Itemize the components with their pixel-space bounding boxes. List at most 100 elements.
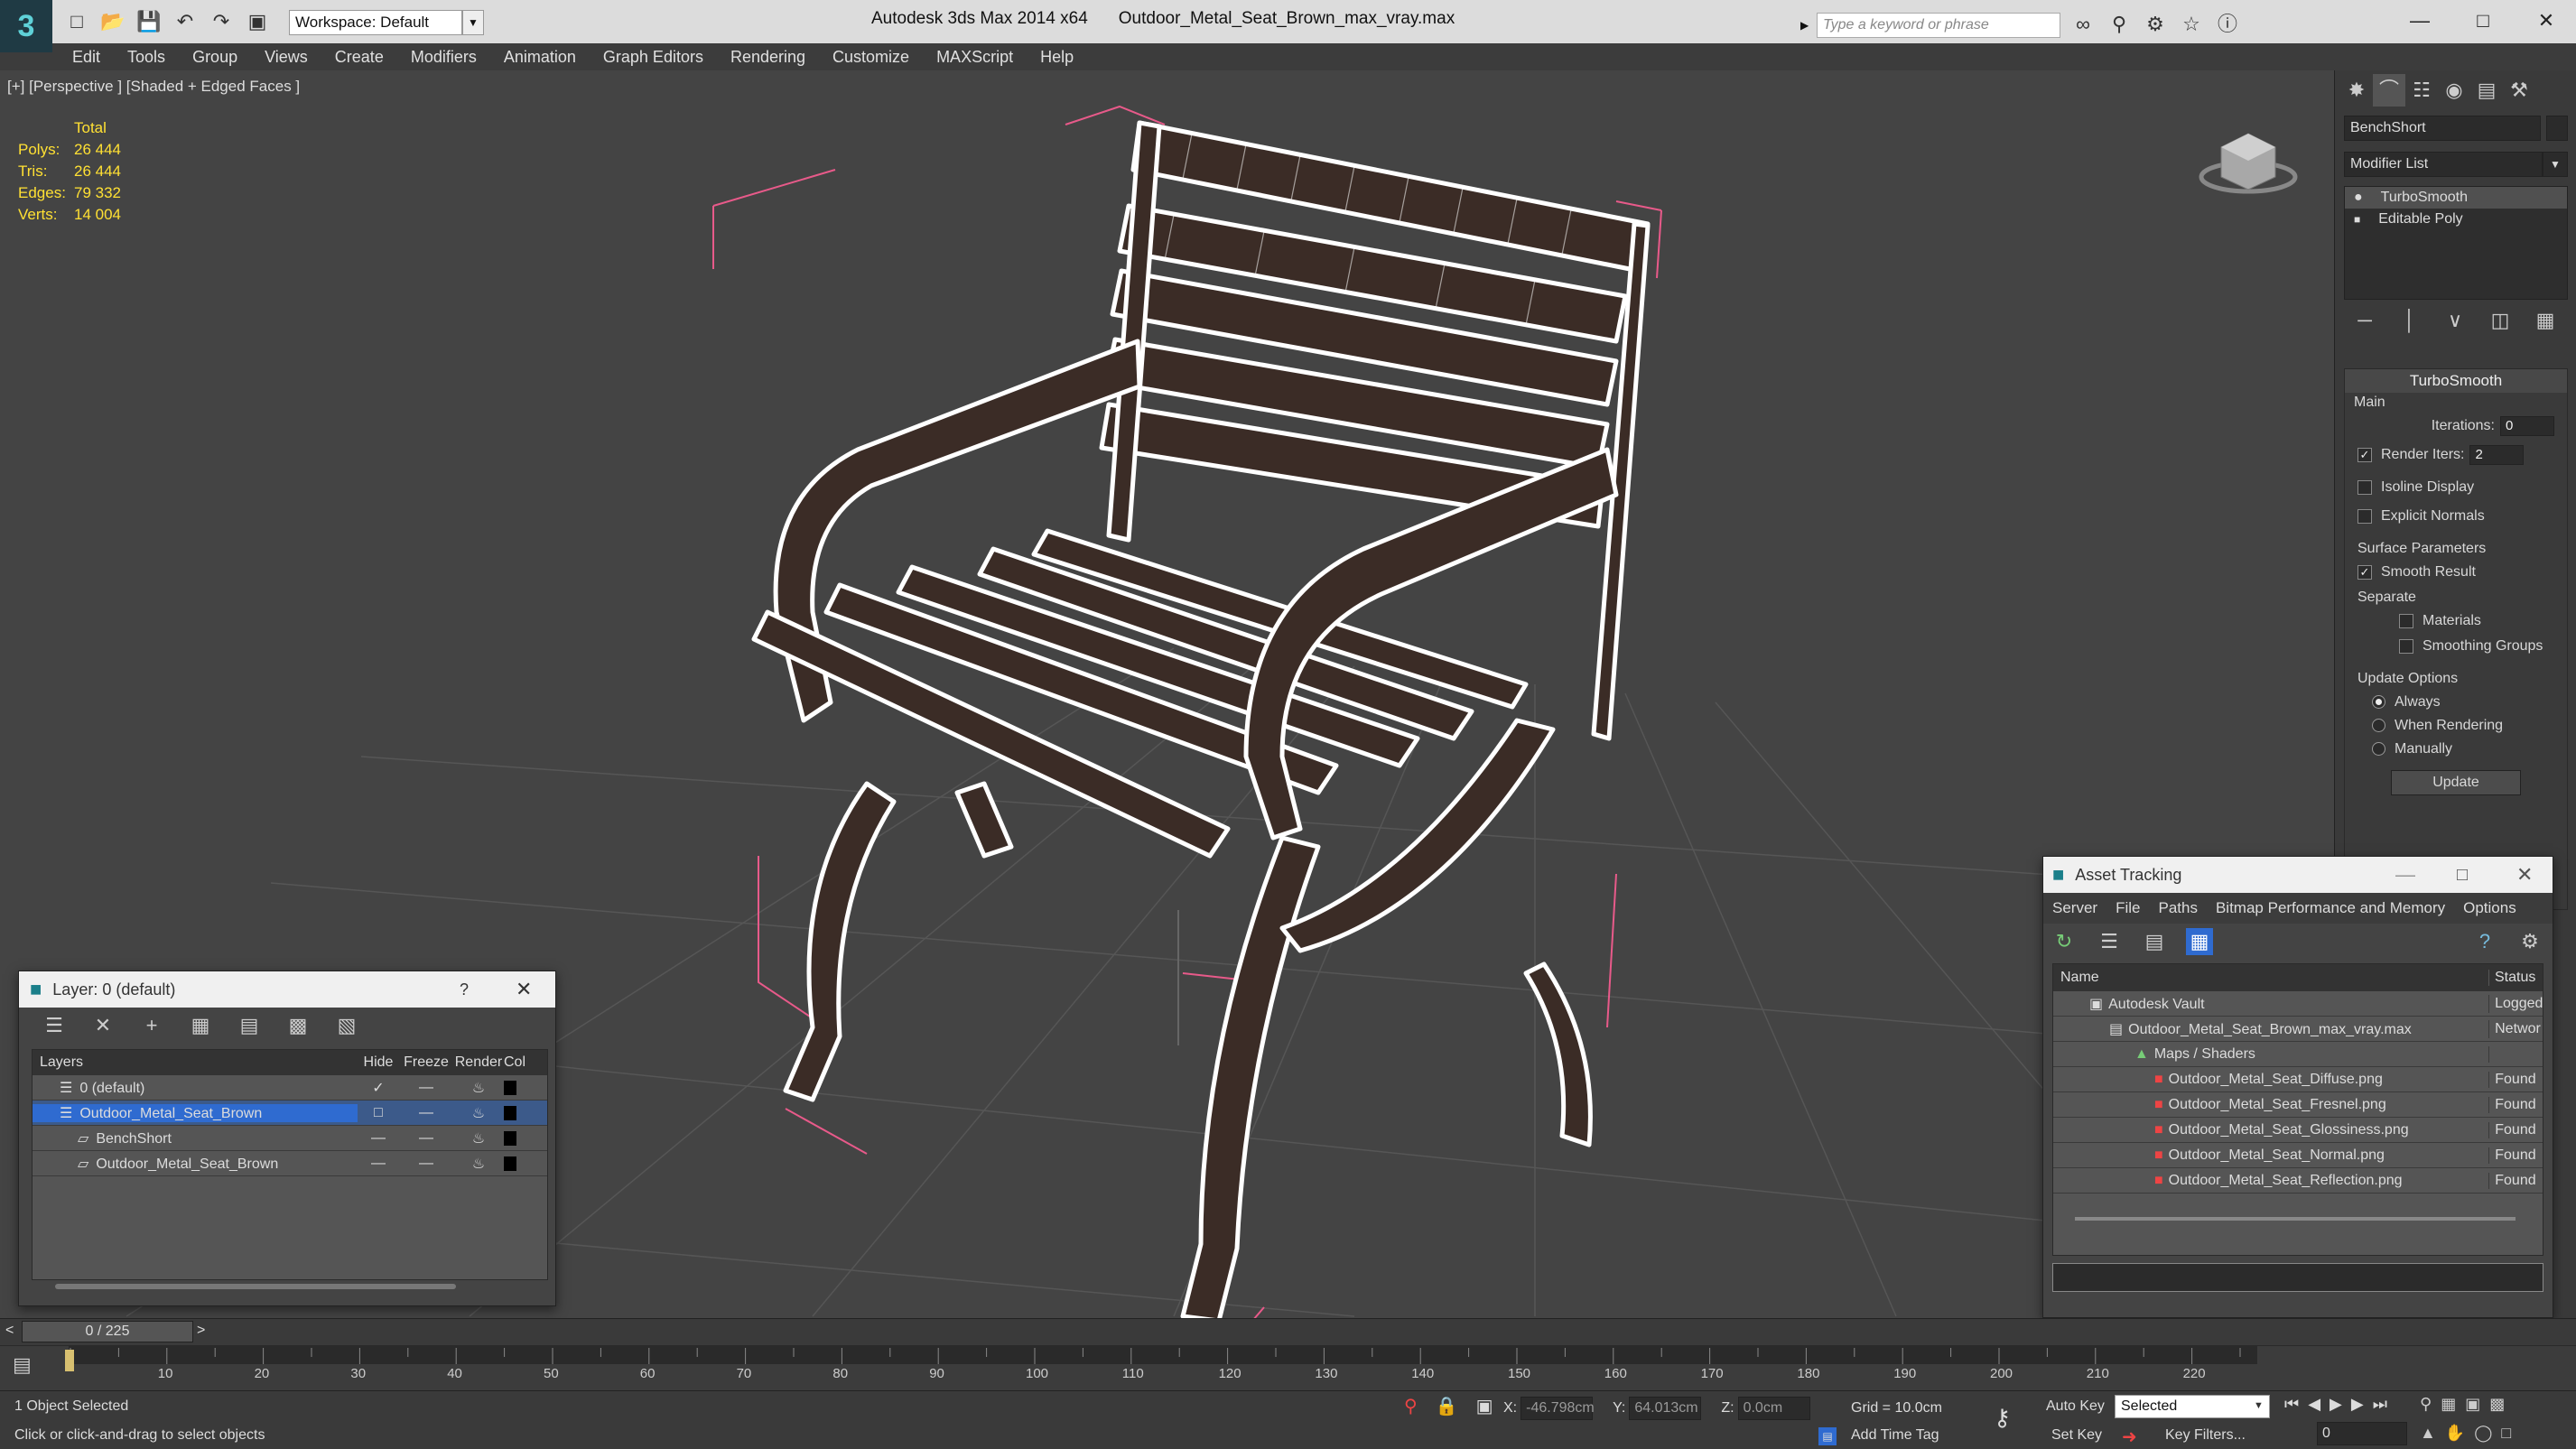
modify-tab-icon[interactable]: ⌒ [2373, 74, 2405, 107]
explicit-normals-checkbox[interactable] [2357, 508, 2372, 524]
field-of-view-icon[interactable]: ▲ [2420, 1424, 2436, 1443]
isoline-checkbox[interactable] [2357, 479, 2372, 495]
workspace-dropdown[interactable]: Workspace: Default [289, 10, 462, 35]
asset-path-field[interactable] [2052, 1263, 2543, 1292]
table-row[interactable]: ☰ 0 (default) ✓ — ♨ [33, 1075, 547, 1101]
table-row[interactable]: ■ Outdoor_Metal_Seat_Normal.png Found [2053, 1143, 2543, 1168]
minimize-icon[interactable]: — [2400, 5, 2440, 36]
communication-icon[interactable]: ⚙ [2142, 11, 2169, 38]
chevron-down-icon[interactable]: ▼ [462, 10, 484, 35]
teapot-icon[interactable]: ♨ [453, 1079, 504, 1097]
close-icon[interactable]: ✕ [2516, 863, 2533, 887]
layer-window-titlebar[interactable]: ■ Layer: 0 (default) ? ✕ [19, 971, 555, 1008]
key-mode-icon[interactable]: ➜ [2122, 1426, 2137, 1448]
when-rendering-radio[interactable] [2372, 719, 2385, 733]
previous-frame-icon[interactable]: ◀ [2308, 1395, 2320, 1414]
time-slider-thumb[interactable]: 0 / 225 [22, 1321, 193, 1342]
current-frame-field[interactable]: 0 [2317, 1422, 2407, 1445]
list-view-icon[interactable]: ☰ [2096, 928, 2123, 955]
table-view-icon[interactable]: ▦ [2186, 928, 2213, 955]
time-tag-icon[interactable]: ▤ [1818, 1427, 1837, 1445]
display-tab-icon[interactable]: ▤ [2470, 74, 2503, 107]
menu-graph-editors[interactable]: Graph Editors [590, 43, 717, 70]
y-coordinate-field[interactable]: 64.013cm [1629, 1397, 1702, 1420]
table-row[interactable]: ▲ Maps / Shaders [2053, 1042, 2543, 1067]
menu-edit[interactable]: Edit [59, 43, 114, 70]
col-hide[interactable]: Hide [358, 1054, 399, 1071]
next-frame-icon[interactable]: > [197, 1323, 205, 1339]
detail-view-icon[interactable]: ▤ [2141, 928, 2168, 955]
menu-views[interactable]: Views [251, 43, 321, 70]
table-row[interactable]: ■ Outdoor_Metal_Seat_Diffuse.png Found [2053, 1067, 2543, 1092]
table-row[interactable]: ■ Outdoor_Metal_Seat_Reflection.png Found [2053, 1168, 2543, 1194]
search-expand-icon[interactable]: ▶ [1800, 13, 1815, 38]
menu-tools[interactable]: Tools [114, 43, 179, 70]
selection-set-dropdown[interactable]: Selected [2115, 1395, 2270, 1418]
search-input[interactable]: Type a keyword or phrase [1817, 13, 2060, 38]
smooth-result-checkbox[interactable]: ✓ [2357, 564, 2372, 580]
prev-frame-icon[interactable]: < [5, 1323, 14, 1339]
highlight-selected-icon[interactable]: ▤ [236, 1012, 263, 1039]
rollout-title[interactable]: TurboSmooth [2345, 369, 2567, 393]
table-row[interactable]: ☰ Outdoor_Metal_Seat_Brown □ — ♨ [33, 1101, 547, 1126]
minimize-icon[interactable]: — [2395, 863, 2415, 887]
table-row[interactable]: ▤ Outdoor_Metal_Seat_Brown_max_vray.max N… [2053, 1017, 2543, 1042]
key-filters-button[interactable]: Key Filters... [2165, 1427, 2246, 1444]
pan-icon[interactable]: ✋ [2445, 1424, 2465, 1443]
maximize-icon[interactable]: □ [2457, 865, 2468, 886]
zoom-extents-icon[interactable]: ▣ [2465, 1395, 2480, 1414]
lightbulb-icon[interactable]: ● [2354, 190, 2363, 206]
utilities-tab-icon[interactable]: ⚒ [2503, 74, 2535, 107]
create-tab-icon[interactable]: ✸ [2340, 74, 2373, 107]
viewport-label[interactable]: [+] [Perspective ] [Shaded + Edged Faces… [7, 78, 300, 96]
chevron-down-icon[interactable]: ▼ [2254, 1400, 2264, 1411]
modifier-list-dropdown[interactable]: Modifier List [2344, 152, 2543, 177]
table-row[interactable]: ■ Outdoor_Metal_Seat_Glossiness.png Found [2053, 1118, 2543, 1143]
undo-icon[interactable]: ↶ [172, 8, 199, 35]
menu-options[interactable]: Options [2454, 899, 2525, 917]
create-layer-icon[interactable]: ☰ [41, 1012, 68, 1039]
menu-maxscript[interactable]: MAXScript [923, 43, 1027, 70]
pin-stack-icon[interactable]: ─ [2351, 307, 2378, 334]
redo-icon[interactable]: ↷ [208, 8, 235, 35]
z-coordinate-field[interactable]: 0.0cm [1737, 1397, 1810, 1420]
zoom-all-icon[interactable]: ▦ [2441, 1395, 2456, 1414]
asset-window-titlebar[interactable]: ■ Asset Tracking — □ ✕ [2043, 857, 2553, 893]
menu-rendering[interactable]: Rendering [717, 43, 819, 70]
menu-file[interactable]: File [2106, 899, 2149, 917]
menu-animation[interactable]: Animation [490, 43, 590, 70]
menu-server[interactable]: Server [2043, 899, 2106, 917]
go-to-start-icon[interactable]: ⏮ [2284, 1395, 2299, 1414]
select-objects-icon[interactable]: ▦ [187, 1012, 214, 1039]
help-icon[interactable]: ? [460, 980, 469, 999]
hierarchy-tab-icon[interactable]: ☷ [2405, 74, 2438, 107]
horizontal-scrollbar[interactable] [2075, 1217, 2516, 1221]
lock-icon[interactable]: 🔒 [1436, 1395, 1458, 1417]
star-icon[interactable]: ☆ [2178, 11, 2205, 38]
menu-create[interactable]: Create [321, 43, 397, 70]
add-time-tag[interactable]: Add Time Tag [1851, 1427, 1939, 1444]
help-icon[interactable]: ⓘ [2214, 11, 2241, 38]
subscription-icon[interactable]: ⚲ [2106, 11, 2133, 38]
chevron-down-icon[interactable]: ▼ [2543, 152, 2568, 177]
motion-tab-icon[interactable]: ◉ [2438, 74, 2470, 107]
stack-item-editable-poly[interactable]: ■ Editable Poly [2345, 209, 2567, 230]
table-row[interactable]: ▱ BenchShort — — ♨ [33, 1126, 547, 1151]
app-logo-button[interactable]: 3 [0, 0, 52, 52]
col-freeze[interactable]: Freeze [399, 1054, 453, 1071]
orbit-icon[interactable]: ◯ [2474, 1424, 2492, 1443]
freeze-all-icon[interactable]: ▧ [333, 1012, 360, 1039]
teapot-icon[interactable]: ♨ [453, 1155, 504, 1173]
next-frame-button-icon[interactable]: ▶ [2351, 1395, 2364, 1414]
menu-paths[interactable]: Paths [2149, 899, 2206, 917]
col-render[interactable]: Render [453, 1054, 504, 1071]
table-row[interactable]: ■ Outdoor_Metal_Seat_Fresnel.png Found [2053, 1092, 2543, 1118]
make-unique-icon[interactable]: ∨ [2441, 307, 2469, 334]
render-iters-checkbox[interactable]: ✓ [2357, 448, 2372, 462]
teapot-icon[interactable]: ♨ [453, 1104, 504, 1122]
col-layers[interactable]: Layers [33, 1054, 358, 1071]
remove-modifier-icon[interactable]: ◫ [2487, 307, 2514, 334]
isolate-icon[interactable]: ⚲ [1404, 1395, 1418, 1417]
refresh-icon[interactable]: ↻ [2051, 928, 2078, 955]
iterations-spinner[interactable]: 0 [2500, 416, 2554, 436]
